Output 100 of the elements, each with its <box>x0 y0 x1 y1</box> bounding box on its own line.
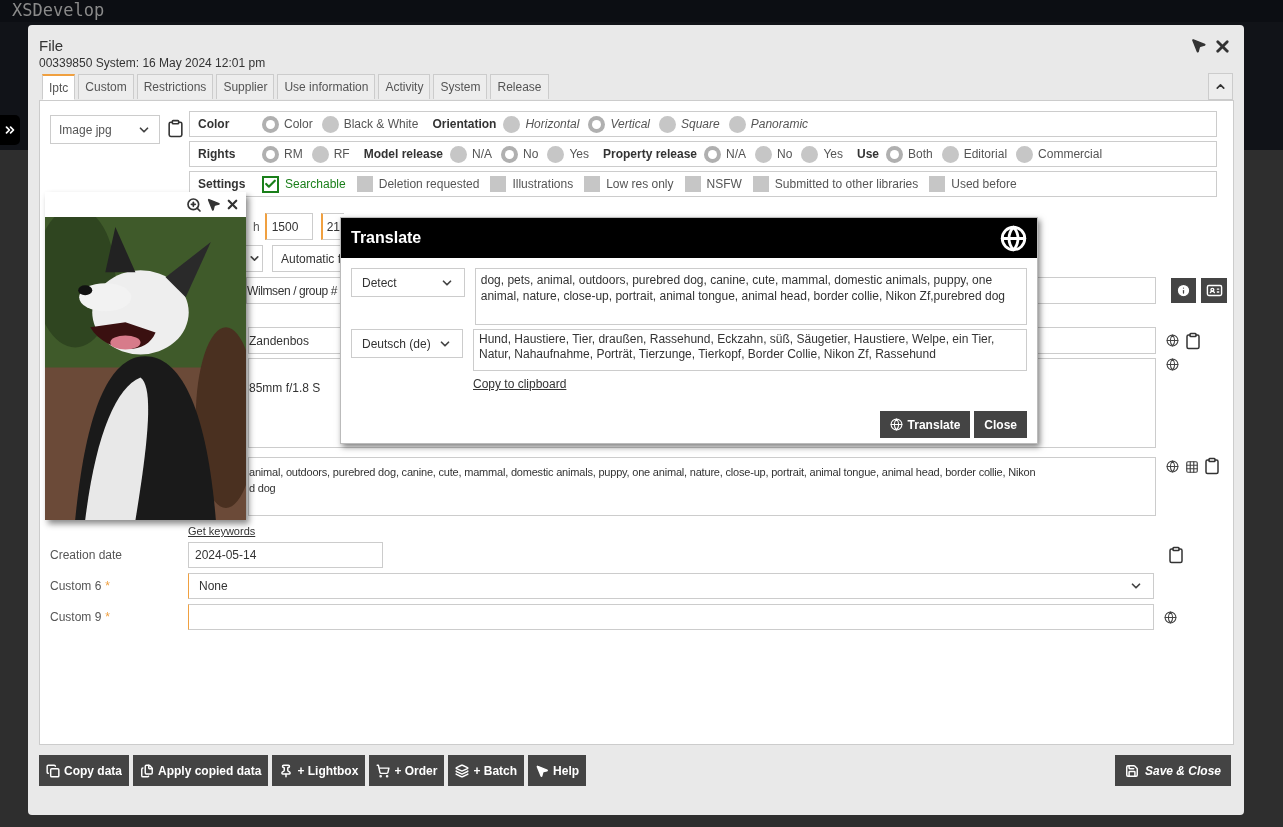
close-button[interactable]: Close <box>974 411 1027 438</box>
tab[interactable]: Use information <box>277 74 376 99</box>
option-label: Panoramic <box>750 116 809 133</box>
radio-button[interactable] <box>941 145 959 163</box>
field-label: h <box>253 218 260 236</box>
radio-button[interactable] <box>886 145 903 163</box>
checkbox[interactable] <box>584 176 601 192</box>
section-label: Use <box>857 146 879 163</box>
textarea-field[interactable]: dog, pets, animal, outdoors, purebred dog, canine, cute, mammal, domestic animals, puppy, one animal, nature, close-up, portrait, animal tongue, animal head, border collie, Nikon Zf,purebred dog <box>474 268 1027 325</box>
input-field[interactable] <box>188 604 1154 630</box>
toolbar-button[interactable]: Help <box>528 755 587 786</box>
contact-card-button[interactable] <box>1201 278 1227 303</box>
radio-button[interactable] <box>503 115 521 133</box>
field-label: Custom 9 <box>50 609 102 626</box>
app-title: XSDevelop <box>12 0 105 23</box>
globe-icon <box>1000 224 1027 252</box>
select-field[interactable]: Deutsch (de) <box>351 329 463 358</box>
field-label: Creation date <box>50 547 123 564</box>
radio-button[interactable] <box>262 145 279 163</box>
toolbar-button[interactable]: + Order <box>369 755 445 786</box>
radio-button[interactable] <box>728 115 746 133</box>
radio-button[interactable] <box>501 145 519 163</box>
input-field[interactable]: 2024-05-14 <box>188 542 383 568</box>
tab[interactable]: Supplier <box>216 74 275 99</box>
radio-button[interactable] <box>1016 145 1034 163</box>
option-label: Commercial <box>1038 146 1103 163</box>
required-mark: * <box>105 609 111 626</box>
tab[interactable]: Iptc <box>42 74 76 100</box>
required-mark: * <box>105 578 111 595</box>
checkbox[interactable] <box>356 176 373 192</box>
checkbox[interactable] <box>262 175 279 193</box>
pointer-icon[interactable] <box>206 197 221 212</box>
globe-icon[interactable] <box>1166 334 1179 347</box>
radio-button[interactable] <box>704 145 722 163</box>
option-label: Submitted to other libraries <box>774 176 919 193</box>
checkbox[interactable] <box>684 176 701 192</box>
collapse-button[interactable] <box>1208 73 1233 100</box>
radio-button[interactable] <box>755 145 773 163</box>
tab[interactable]: System <box>433 74 488 99</box>
group-label: Rights <box>198 146 237 163</box>
select-field[interactable] <box>246 245 263 272</box>
option-label: Horizontal <box>525 116 580 133</box>
toolbar-button[interactable]: Copy data <box>39 755 129 786</box>
toolbar-button[interactable]: + Lightbox <box>272 755 366 786</box>
close-icon[interactable] <box>1213 37 1232 56</box>
copy-to-clipboard-link[interactable]: Copy to clipboard <box>473 375 567 393</box>
clipboard-icon[interactable] <box>1184 331 1202 350</box>
radio-button[interactable] <box>321 115 339 133</box>
checkbox[interactable] <box>929 176 946 192</box>
select-field[interactable]: Image jpg <box>50 115 160 144</box>
translate-button[interactable]: Translate <box>879 411 971 438</box>
globe-icon[interactable] <box>1164 610 1177 624</box>
save-close-button[interactable]: Save & Close <box>1114 755 1231 786</box>
clipboard-icon[interactable] <box>166 119 185 138</box>
option-label: Color <box>284 116 313 133</box>
expand-tab[interactable] <box>0 115 20 145</box>
input-field[interactable]: 1500 <box>264 213 313 240</box>
grid-icon[interactable] <box>1185 460 1199 474</box>
cart-icon <box>376 763 391 778</box>
section-label: Property release <box>603 146 698 163</box>
keywords-field[interactable]: animal, outdoors, purebred dog, canine, cute, mammal, domestic animals, puppy, one animal, nature, close-up, portrait, animal tongue, animal head, border collie, Nikon d dog <box>248 457 1156 516</box>
radio-button[interactable] <box>450 145 468 163</box>
globe-icon[interactable] <box>1166 358 1179 371</box>
clipboard-icon[interactable] <box>1167 546 1185 564</box>
info-button[interactable] <box>1171 278 1196 303</box>
select-field[interactable]: None <box>188 573 1154 599</box>
layers-icon <box>455 763 470 778</box>
option-label: RF <box>333 146 350 163</box>
close-icon[interactable] <box>225 197 240 212</box>
globe-icon[interactable] <box>1166 460 1179 473</box>
toolbar-button[interactable]: + Batch <box>448 755 525 786</box>
radio-button[interactable] <box>659 115 676 133</box>
id-card-icon <box>1205 282 1223 299</box>
clipboard-icon[interactable] <box>1203 457 1221 475</box>
option-label: Both <box>908 146 933 163</box>
zoom-icon[interactable] <box>186 196 202 213</box>
keywords-text-line: d dog <box>249 481 276 496</box>
field-label: Custom 6 <box>50 578 102 595</box>
tab[interactable]: Activity <box>378 74 431 99</box>
tab[interactable]: Custom <box>78 74 134 99</box>
tab[interactable]: Release <box>490 74 549 99</box>
radio-button[interactable] <box>801 145 819 163</box>
radio-button[interactable] <box>547 145 565 163</box>
option-label: N/A <box>472 146 493 163</box>
radio-button[interactable] <box>588 115 606 133</box>
get-keywords-link[interactable]: Get keywords <box>188 523 256 537</box>
select-field[interactable]: Detect <box>351 268 465 297</box>
tab[interactable]: Restrictions <box>136 74 214 99</box>
radio-button[interactable] <box>311 145 329 163</box>
textarea-field[interactable]: Hund, Haustiere, Tier, draußen, Rassehund, Eckzahn, süß, Säugetier, Haustiere, Welpe, ein Tier, Natur, Nahaufnahme, Porträt, Tierzunge, Tierkopf, Border Collie, Nikon Zf, Rassehund <box>473 329 1027 371</box>
option-label: No <box>523 146 539 163</box>
radio-button[interactable] <box>262 115 279 133</box>
option-label: No <box>777 146 793 163</box>
checkbox[interactable] <box>490 176 507 192</box>
checkbox[interactable] <box>752 176 769 192</box>
save-icon <box>1124 763 1139 778</box>
keywords-text-line: animal, outdoors, purebred dog, canine, cute, mammal, domestic animals, puppy, one animal, nature, close-up, portrait, animal tongue, animal head, border collie, Nikon <box>249 465 1036 480</box>
option-label: Illustrations <box>512 176 574 193</box>
toolbar-button[interactable]: Apply copied data <box>133 755 269 786</box>
option-label: Square <box>681 116 720 133</box>
